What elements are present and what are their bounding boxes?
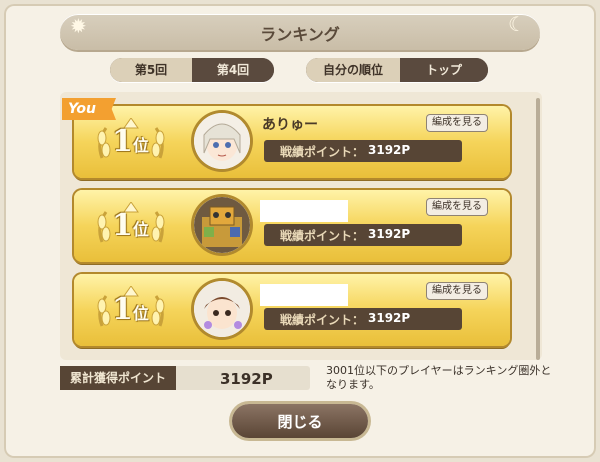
view-formation-button[interactable]: 編成を見る bbox=[426, 198, 488, 216]
total-points-value: 3192P bbox=[220, 370, 273, 388]
view-formation-button[interactable]: 編成を見る bbox=[426, 114, 488, 132]
avatar bbox=[194, 113, 250, 169]
sun-icon: ✹ bbox=[70, 14, 87, 38]
tab-round4[interactable]: 第4回 bbox=[192, 58, 274, 82]
ranking-note: 3001位以下のプレイヤーはランキング圏外となります。 bbox=[326, 364, 552, 391]
ranking-card: 1位 ありゅー 戦績ポイント： 3192P 編成を見る bbox=[74, 106, 510, 178]
avatar bbox=[194, 197, 250, 253]
points-bar: 戦績ポイント： 3192P bbox=[264, 140, 462, 162]
close-button-label: 閉じる bbox=[277, 413, 323, 431]
total-points-label: 累計獲得ポイント bbox=[60, 366, 176, 390]
player-name-placeholder bbox=[260, 200, 348, 222]
title-bar: ランキング bbox=[60, 14, 540, 50]
ranking-card: 1位 戦績ポイント： 3192P 編成を見る bbox=[74, 274, 510, 346]
view-selector: 自分の順位 トップ bbox=[306, 58, 488, 82]
tab-round5[interactable]: 第5回 bbox=[110, 58, 192, 82]
avatar bbox=[194, 281, 250, 337]
points-label: 戦績ポイント： bbox=[280, 145, 365, 159]
rank-label: 1位 bbox=[112, 208, 149, 243]
points-bar: 戦績ポイント： 3192P bbox=[264, 308, 462, 330]
scrollbar[interactable] bbox=[536, 98, 540, 360]
total-points-bar: 累計獲得ポイント 3192P bbox=[60, 366, 310, 390]
view-formation-button[interactable]: 編成を見る bbox=[426, 282, 488, 300]
points-value: 3192P bbox=[368, 311, 411, 325]
ranking-card: 1位 戦績ポイント： 3192P 編成を見る bbox=[74, 190, 510, 262]
moon-icon: ☾ bbox=[508, 12, 526, 36]
rank-label: 1位 bbox=[112, 124, 149, 159]
points-label: 戦績ポイント： bbox=[280, 313, 365, 327]
player-name-placeholder bbox=[260, 284, 348, 306]
tab-my-rank[interactable]: 自分の順位 bbox=[306, 58, 400, 82]
points-value: 3192P bbox=[368, 227, 411, 241]
points-label: 戦績ポイント： bbox=[280, 229, 365, 243]
points-bar: 戦績ポイント： 3192P bbox=[264, 224, 462, 246]
player-name: ありゅー bbox=[262, 117, 318, 133]
points-value: 3192P bbox=[368, 143, 411, 157]
tab-top[interactable]: トップ bbox=[400, 58, 488, 82]
round-selector: 第5回 第4回 bbox=[110, 58, 274, 82]
close-button[interactable]: 閉じる bbox=[232, 404, 368, 438]
page-title: ランキング bbox=[260, 25, 340, 44]
rank-label: 1位 bbox=[112, 292, 149, 327]
you-badge: You bbox=[62, 98, 116, 120]
